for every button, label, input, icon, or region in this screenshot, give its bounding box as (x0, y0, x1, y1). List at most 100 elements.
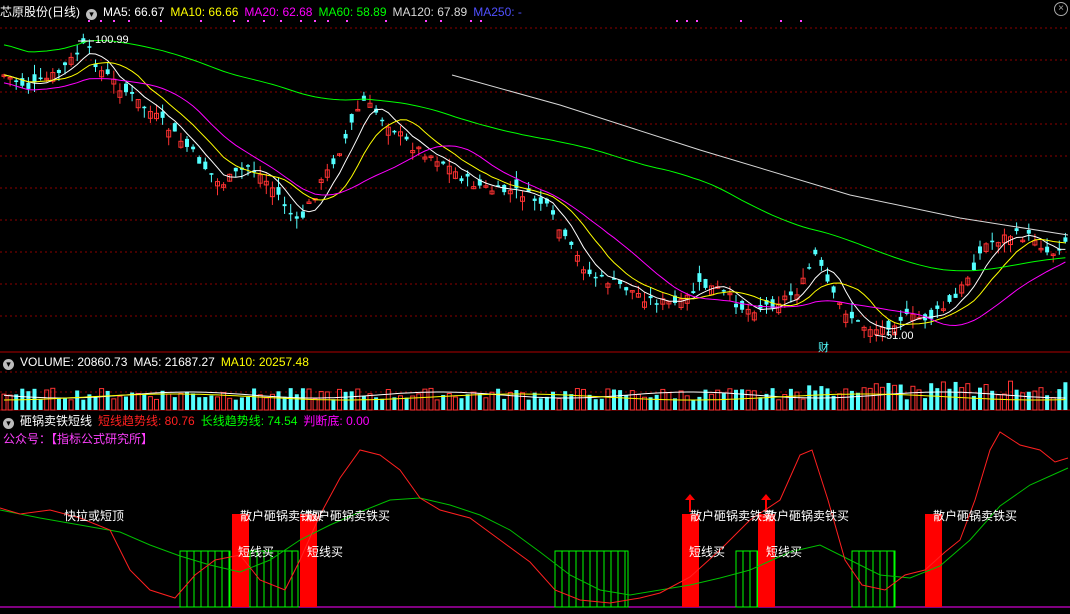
volume-bar (441, 394, 446, 410)
dropdown-icon[interactable]: ▾ (86, 9, 97, 20)
volume-bar (813, 390, 818, 410)
volume-bar (38, 399, 43, 410)
volume-bar (263, 397, 269, 411)
volume-bar (477, 393, 482, 410)
volume-bar (398, 395, 403, 411)
marker-dot (200, 20, 202, 22)
volume-bar (758, 397, 763, 410)
signal-bar (925, 514, 942, 607)
marker-dot (800, 20, 802, 22)
marker-dot (233, 20, 235, 22)
volume-bar (166, 393, 172, 411)
candle-body (935, 305, 940, 309)
volume-bar (910, 385, 916, 411)
candle-body (276, 187, 281, 195)
candle-body (1026, 230, 1031, 234)
candle-body (404, 136, 409, 140)
signal-label: 快拉或短顶 (64, 509, 125, 523)
volume-panel[interactable] (1, 380, 1068, 411)
volume-bar (93, 396, 98, 410)
candle-body (294, 216, 299, 219)
volume-bar (227, 397, 233, 411)
low-price-label: 51.00 (886, 330, 914, 342)
marker-dot (676, 20, 678, 22)
volume-bar (544, 396, 549, 410)
volume-legend: VOLUME: 20860.73 MA5: 21687.27 MA10: 20257… (20, 355, 315, 369)
volume-bar (654, 394, 659, 410)
candle-body (648, 296, 653, 299)
volume-bar (465, 394, 470, 410)
candle-body (300, 211, 305, 218)
volume-bar (26, 391, 31, 410)
volume-bar (1, 393, 7, 411)
volume-bar (1032, 390, 1038, 411)
indicator-panel[interactable] (0, 431, 1069, 608)
candle-body (587, 269, 592, 275)
stock-name: 芯原股份(日线) (0, 5, 80, 19)
marker-dot (425, 20, 427, 22)
candle-body (14, 80, 19, 82)
chart-grid (0, 27, 1070, 608)
short-buy-label: 短线买 (238, 545, 275, 559)
candle-body (32, 74, 37, 83)
candle-body (538, 197, 543, 204)
volume-bar (239, 397, 244, 410)
candle-body (288, 212, 293, 215)
volume-bar (959, 387, 965, 411)
candle-body (282, 204, 287, 207)
candle-body (593, 276, 598, 279)
volume-bar (416, 393, 422, 411)
indicator-legend: 短线趋势线: 80.76 长线趋势线: 74.54 判断底: 0.00 (98, 414, 375, 428)
dropdown-icon[interactable]: ▾ (3, 418, 14, 429)
volume-bar (691, 399, 696, 410)
candle-body (246, 165, 250, 167)
volume-bar (629, 390, 635, 411)
volume-bar (983, 384, 989, 411)
candle-body (599, 274, 604, 277)
volume-bar (965, 383, 971, 411)
candle-body (75, 52, 80, 55)
public-account-label: 公众号：【指标公式研究所】 (3, 432, 154, 446)
chart-canvas[interactable] (0, 0, 1070, 614)
candle-body (624, 287, 629, 291)
volume-bar (776, 399, 782, 411)
candle-body (87, 46, 92, 48)
volume-bar (312, 398, 318, 411)
candle-body (569, 241, 574, 245)
legend-item: MA120: 67.89 (392, 5, 468, 19)
marker-dot (113, 20, 115, 22)
candle-body (849, 311, 854, 319)
volume-bar (856, 392, 860, 410)
candle-body (191, 146, 196, 150)
volume-bar (56, 397, 61, 410)
close-icon[interactable]: × (1054, 2, 1068, 16)
volume-bar (886, 382, 891, 410)
candle-body (697, 273, 702, 282)
price-panel[interactable] (1, 20, 1069, 343)
volume-bar (331, 399, 336, 410)
signal-label: 散户砸锅卖铁买 (306, 509, 391, 523)
candle-body (532, 198, 537, 201)
volume-bar (44, 389, 50, 411)
legend-item: 长线趋势线: 74.54 (200, 414, 298, 428)
dropdown-icon[interactable]: ▾ (3, 359, 14, 370)
marker-dot (780, 20, 782, 22)
volume-bar (1026, 391, 1031, 410)
marker-dot (280, 20, 282, 22)
candle-body (654, 303, 659, 305)
volume-bar (563, 391, 568, 410)
signal-bar (232, 514, 249, 607)
marker-dot (740, 20, 742, 22)
volume-bar (252, 388, 257, 410)
finance-badge[interactable]: 财 (818, 339, 829, 355)
volume-bar (147, 396, 153, 411)
volume-bar (538, 398, 543, 410)
volume-bar (599, 398, 604, 410)
volume-bar (923, 398, 928, 410)
candle-body (990, 240, 995, 243)
legend-item: VOLUME: 20860.73 (20, 355, 128, 369)
candle-body (306, 201, 312, 205)
candle-body (361, 95, 366, 101)
volume-bar (197, 397, 202, 410)
legend-item: MA250: - (473, 5, 522, 19)
